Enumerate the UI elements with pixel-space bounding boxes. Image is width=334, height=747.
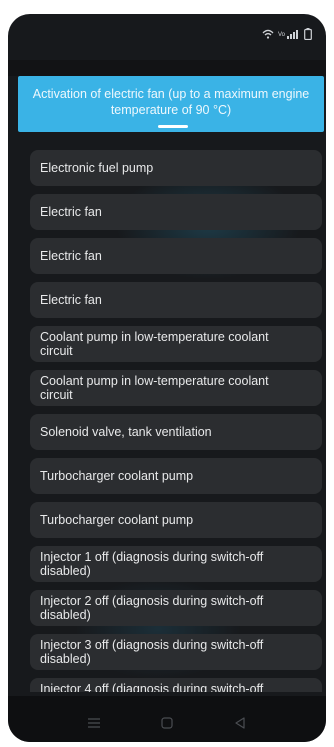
- list-item[interactable]: Electric fan: [30, 238, 322, 274]
- list-item-label: Electronic fuel pump: [40, 161, 154, 175]
- home-button[interactable]: [155, 711, 179, 735]
- list-item[interactable]: Injector 2 off (diagnosis during switch-…: [30, 590, 322, 626]
- list-item[interactable]: Coolant pump in low-temperature coolant …: [30, 370, 322, 406]
- battery-icon: [304, 28, 312, 40]
- back-button[interactable]: [228, 711, 252, 735]
- list-item-label: Injector 4 off (diagnosis during switch-…: [40, 682, 264, 692]
- status-bar: Vo: [262, 28, 312, 40]
- cellular-signal-icon: Vo: [278, 30, 298, 39]
- list-item-label: Electric fan: [40, 249, 102, 263]
- list-item[interactable]: Injector 3 off (diagnosis during switch-…: [30, 634, 322, 670]
- list-item[interactable]: Coolant pump in low-temperature coolant …: [30, 326, 322, 362]
- list-item-label: Electric fan: [40, 293, 102, 307]
- list-item[interactable]: Injector 1 off (diagnosis during switch-…: [30, 546, 322, 582]
- list-item-label: Turbocharger coolant pump: [40, 469, 194, 483]
- navigation-bar: [8, 711, 326, 735]
- menu-icon: [88, 718, 101, 728]
- list-item[interactable]: Turbocharger coolant pump: [30, 458, 322, 494]
- list-item-label: Injector 1 off (diagnosis during switch-…: [40, 550, 264, 578]
- phone-screen: Vo Activation of electric fan (up to a m…: [8, 14, 326, 742]
- back-icon: [235, 717, 245, 729]
- list-item[interactable]: Solenoid valve, tank ventilation: [30, 414, 322, 450]
- list-item-label: Coolant pump in low-temperature coolant …: [40, 374, 269, 402]
- info-banner: Activation of electric fan (up to a maxi…: [18, 76, 324, 132]
- list-item[interactable]: Injector 4 off (diagnosis during switch-…: [30, 678, 322, 692]
- list-item-label: Electric fan: [40, 205, 102, 219]
- home-icon: [161, 717, 173, 729]
- svg-text:Vo: Vo: [278, 32, 286, 38]
- list-item-label: Injector 2 off (diagnosis during switch-…: [40, 594, 264, 622]
- list-item-label: Turbocharger coolant pump: [40, 513, 194, 527]
- wifi-icon: [262, 29, 274, 39]
- list-item-label: Solenoid valve, tank ventilation: [40, 425, 212, 439]
- list-item-label: Injector 3 off (diagnosis during switch-…: [40, 638, 264, 666]
- banner-text: Activation of electric fan (up to a maxi…: [32, 87, 310, 117]
- list-item[interactable]: Electronic fuel pump: [30, 150, 322, 186]
- menu-button[interactable]: [82, 711, 106, 735]
- app-top-strip: [8, 60, 326, 76]
- list-item[interactable]: Turbocharger coolant pump: [30, 502, 322, 538]
- component-list: Electronic fuel pump Electric fan Electr…: [30, 150, 322, 692]
- list-item-label: Coolant pump in low-temperature coolant …: [40, 330, 269, 358]
- list-item[interactable]: Electric fan: [30, 282, 322, 318]
- drag-handle[interactable]: [158, 125, 188, 128]
- list-item[interactable]: Electric fan: [30, 194, 322, 230]
